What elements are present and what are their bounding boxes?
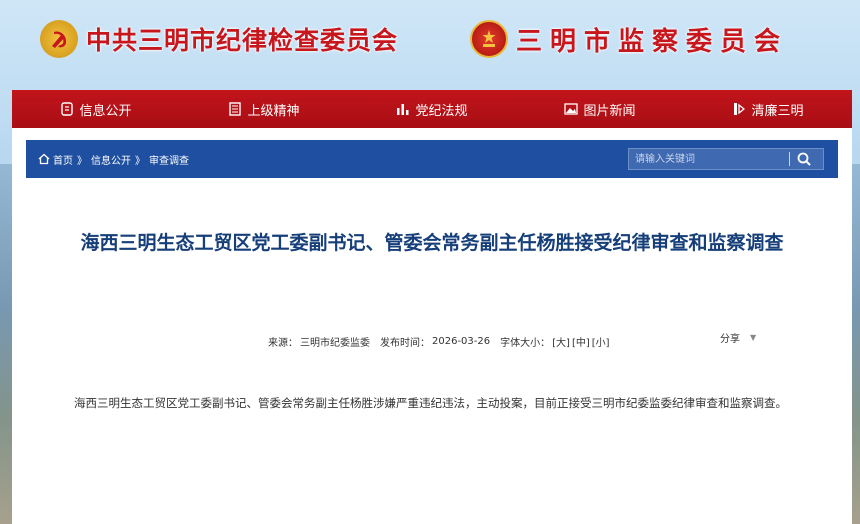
- nav-item-superior-spirit[interactable]: 上级精神: [228, 100, 300, 119]
- article-title: 海西三明生态工贸区党工委副书记、管委会常务副主任杨胜接受纪律审查和监察调查: [80, 232, 784, 254]
- font-size-small-button[interactable]: [小]: [592, 334, 610, 349]
- breadcrumb-review-investigation[interactable]: 审查调查: [149, 152, 189, 167]
- lotus-icon: [732, 102, 746, 116]
- source-value: 三明市纪委监委: [300, 338, 370, 349]
- breadcrumb-home[interactable]: 首页: [53, 152, 73, 167]
- content-panel: 首页 》 信息公开 》 审查调查 海西三明生态工贸区党工委副书记、管委会常务副主…: [12, 128, 852, 524]
- search-button[interactable]: [790, 149, 818, 169]
- home-icon[interactable]: [38, 153, 50, 165]
- site-header: 中共三明市纪律检查委员会 三明市监察委员会: [0, 0, 860, 88]
- share-label: 分享: [720, 334, 740, 345]
- article-body: 海西三明生态工贸区党工委副书记、管委会常务副主任杨胜涉嫌严重违纪违法，主动投案，…: [74, 396, 787, 410]
- supervisory-commission-brand[interactable]: 三明市监察委员会: [470, 20, 788, 58]
- search-input[interactable]: [629, 149, 789, 169]
- commission-title: 中共三明市纪律检查委员会: [86, 26, 399, 55]
- nav-item-regulations[interactable]: 党纪法规: [396, 100, 468, 119]
- breadcrumb-separator: 》: [135, 155, 145, 167]
- image-icon: [564, 102, 579, 116]
- party-emblem-icon: [40, 20, 78, 58]
- nav-label: 信息公开: [79, 103, 132, 119]
- font-size-large-button[interactable]: [大]: [552, 334, 570, 349]
- nav-item-clean-sanming[interactable]: 清廉三明: [732, 100, 804, 119]
- bar-chart-icon: [396, 102, 410, 116]
- nav-label: 清廉三明: [751, 103, 804, 119]
- publish-date: 2026-03-26: [432, 336, 491, 347]
- date-label: 发布时间：: [380, 338, 430, 349]
- nav-label: 上级精神: [247, 103, 300, 119]
- nav-label: 图片新闻: [583, 103, 636, 119]
- nav-item-photo-news[interactable]: 图片新闻: [564, 100, 636, 119]
- search-icon: [797, 152, 811, 166]
- document-icon: [60, 102, 74, 116]
- nav-item-info-public[interactable]: 信息公开: [60, 100, 132, 119]
- font-size-medium-button[interactable]: [中]: [572, 334, 590, 349]
- main-nav: 信息公开 上级精神 党纪法规 图片新闻 清廉三明: [12, 90, 852, 128]
- article-meta: 来源： 三明市纪委监委 发布时间： 2026-03-26 字体大小： [大] […: [268, 334, 612, 349]
- supervisory-title: 三明市监察委员会: [516, 26, 789, 57]
- chevron-down-icon: ▼: [750, 333, 757, 342]
- font-size-label: 字体大小：: [500, 338, 551, 349]
- breadcrumb-info-public[interactable]: 信息公开: [91, 152, 131, 167]
- breadcrumb-separator: 》: [77, 155, 87, 167]
- nav-label: 党纪法规: [415, 103, 468, 119]
- breadcrumb-bar: 首页 》 信息公开 》 审查调查: [26, 140, 838, 178]
- share-button[interactable]: 分享 ▼: [720, 330, 756, 345]
- search-box: [628, 148, 824, 170]
- book-icon: [228, 102, 242, 116]
- breadcrumb: 首页 》 信息公开 》 审查调查: [38, 152, 189, 167]
- discipline-commission-brand[interactable]: 中共三明市纪律检查委员会: [40, 20, 398, 58]
- national-emblem-icon: [470, 20, 508, 58]
- source-label: 来源：: [268, 338, 298, 349]
